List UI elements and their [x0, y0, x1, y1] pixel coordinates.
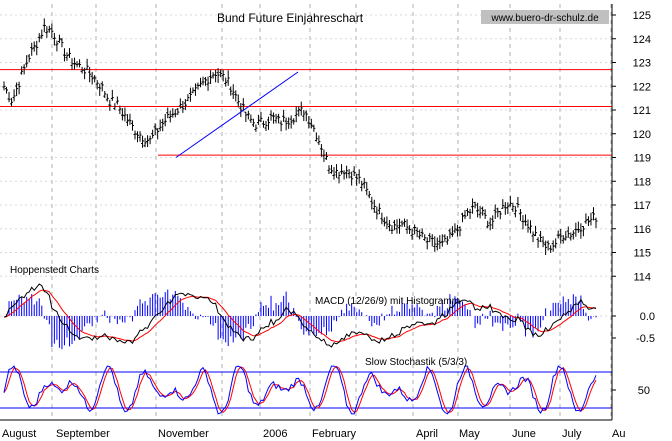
y-tick-label: 120 — [633, 129, 651, 141]
macd-y-tick-label: -0.5 — [636, 333, 655, 345]
x-tick-label: June — [512, 428, 536, 440]
y-tick-label: 114 — [633, 271, 651, 283]
chart-background — [0, 0, 672, 441]
x-tick-label: May — [459, 428, 480, 440]
chart-svg: 114 115 116 117 118 119 120 121 122 123 124 125 0.0 -… — [0, 0, 672, 441]
y-tick-label: 115 — [633, 248, 651, 260]
x-tick-label: September — [56, 428, 110, 440]
stoch-y-tick-label: 50 — [638, 385, 650, 397]
y-tick-label: 118 — [633, 176, 651, 188]
x-tick-label: November — [158, 428, 209, 440]
date-axis-labels: August September November 2006 February April… — [2, 428, 625, 440]
y-tick-label: 122 — [633, 81, 651, 93]
chart-title: Bund Future Einjahreschart — [217, 11, 364, 25]
hoppenstedt-note: Hoppenstedt Charts — [10, 265, 99, 276]
y-tick-label: 117 — [633, 200, 651, 212]
x-tick-label: Au — [612, 428, 625, 440]
source-label: www.buero-dr-schulz.de — [490, 13, 599, 24]
macd-y-tick-label: 0.0 — [640, 311, 655, 323]
x-tick-label: February — [312, 428, 357, 440]
y-tick-label: 119 — [633, 153, 651, 165]
x-tick-label: July — [562, 428, 582, 440]
y-tick-label: 123 — [633, 58, 651, 70]
chart-canvas: 114 115 116 117 118 119 120 121 122 123 124 125 0.0 -… — [0, 0, 672, 441]
x-tick-label: 2006 — [263, 428, 287, 440]
y-tick-label: 124 — [633, 34, 651, 46]
macd-label: MACD (12/26/9) mit Histogramm — [315, 296, 460, 307]
stochastic-label: Slow Stochastik (5/3/3) — [365, 357, 467, 368]
x-tick-label: August — [2, 428, 36, 440]
x-tick-label: April — [416, 428, 438, 440]
y-tick-label: 121 — [633, 105, 651, 117]
y-tick-label: 125 — [633, 10, 651, 22]
y-tick-label: 116 — [633, 224, 651, 236]
